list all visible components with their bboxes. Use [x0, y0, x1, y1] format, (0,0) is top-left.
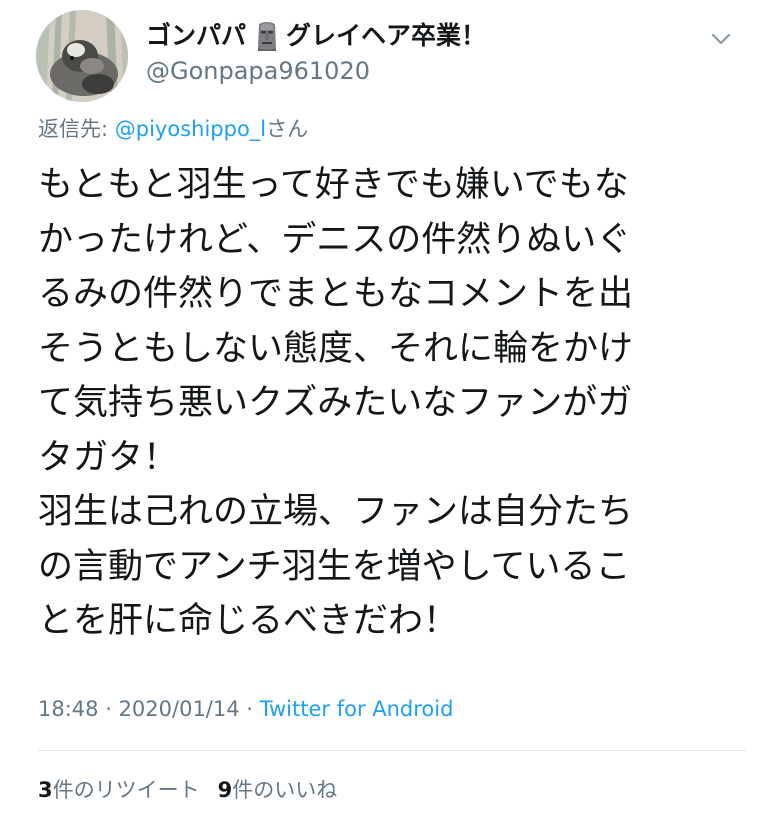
tweet-meta: 18:48 · 2020/01/14 · Twitter for Android: [38, 694, 453, 724]
reply-mention-link[interactable]: @piyoshippo_l: [115, 117, 266, 141]
tweet-source-link[interactable]: Twitter for Android: [260, 697, 454, 721]
display-name[interactable]: ゴンパパ グレイヘア卒業！: [146, 20, 486, 52]
reply-prefix: 返信先:: [38, 117, 115, 141]
retweet-label: 件のリツイート: [52, 778, 200, 802]
reply-suffix: さん: [266, 117, 309, 141]
tweet-line: そうともしない態度、それに輪をかけ: [38, 328, 634, 369]
retweet-count-link[interactable]: 3件のリツイート: [38, 778, 200, 802]
avatar[interactable]: [36, 10, 128, 102]
display-name-prefix: ゴンパパ: [146, 21, 247, 50]
tweet-line: タガタ！: [38, 437, 179, 478]
display-name-suffix: グレイヘア卒業！: [286, 21, 487, 50]
moai-emoji-icon: [254, 21, 280, 51]
retweet-count: 3: [38, 778, 53, 802]
reply-to-line: 返信先: @piyoshippo_lさん: [38, 114, 308, 144]
tweet-date[interactable]: 2020/01/14: [119, 697, 240, 721]
meta-separator: ·: [239, 697, 260, 721]
tweet-line: の言動でアンチ羽生を増やしているこ: [38, 546, 631, 587]
tweet-line: て気持ち悪いクズみたいなファンがガ: [38, 383, 633, 423]
tweet-line: 羽生は己れの立場、ファンは自分たち: [38, 492, 634, 532]
tweet-text: もともと羽生って好きでも嫌いでもな かったけれど、デニスの件然りぬいぐ るみの件…: [38, 158, 738, 649]
tweet-time[interactable]: 18:48: [38, 697, 99, 721]
avatar-photo: [36, 10, 128, 102]
tweet-line: もともと羽生って好きでも嫌いでもな: [38, 165, 629, 205]
divider: [38, 750, 746, 751]
tweet-line: とを肝に命じるべきだわ！: [38, 601, 459, 641]
chevron-down-icon[interactable]: [706, 28, 736, 50]
tweet-line: るみの件然りでまともなコメントを出: [38, 274, 634, 314]
user-handle[interactable]: @Gonpapa961020: [146, 56, 370, 86]
like-count: 9: [217, 778, 233, 802]
tweet-line: かったけれど、デニスの件然りぬいぐ: [38, 219, 632, 260]
like-label: 件のいいね: [232, 778, 338, 802]
tweet-stats: 3件のリツイート 9件のいいね: [38, 775, 337, 805]
meta-separator: ·: [98, 697, 119, 721]
like-count-link[interactable]: 9件のいいね: [218, 778, 338, 802]
